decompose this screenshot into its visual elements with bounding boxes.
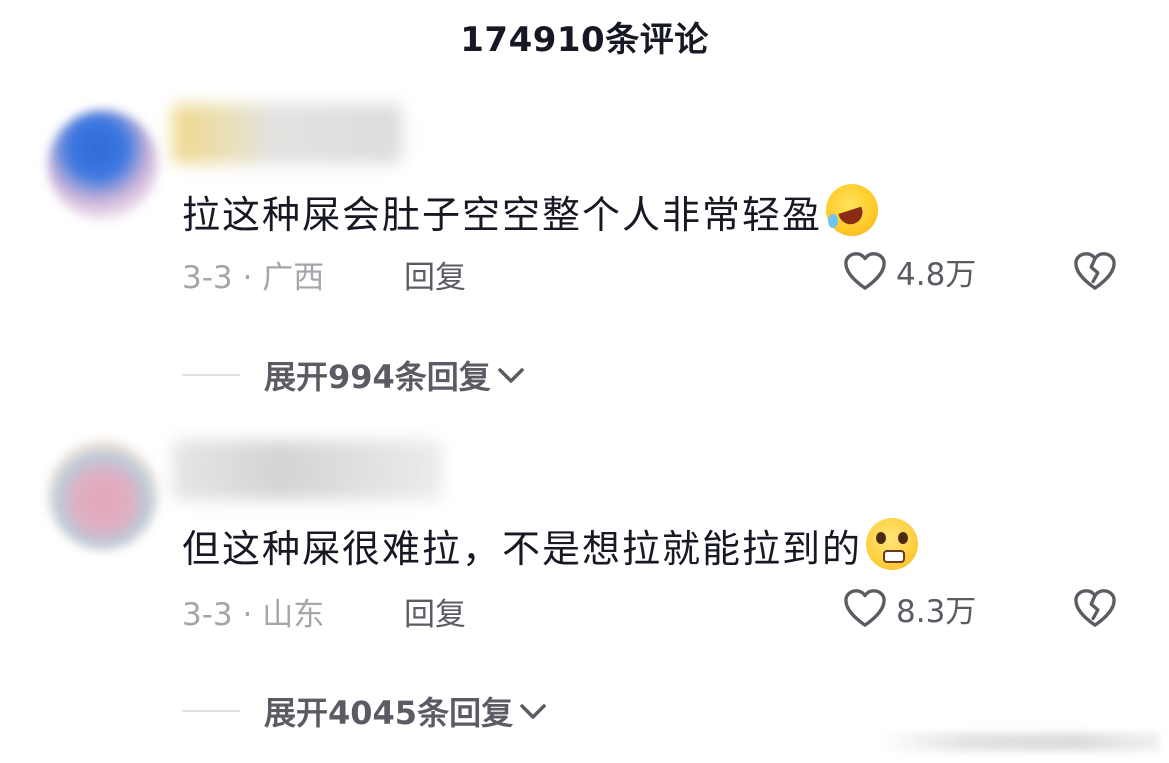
like-count: 4.8万 — [896, 256, 977, 293]
expand-replies-button[interactable]: 展开4045条回复 — [182, 688, 547, 734]
comment-text: 但这种屎很难拉，不是想拉就能拉到的 — [182, 518, 919, 573]
divider-line — [182, 374, 240, 376]
pleading-face-icon — [866, 518, 919, 570]
expand-replies-label: 展开994条回复 — [264, 358, 491, 396]
reply-button[interactable]: 回复 — [404, 252, 466, 297]
like-count: 8.3万 — [896, 593, 977, 630]
broken-heart-icon[interactable] — [1072, 250, 1118, 292]
expand-replies-button[interactable]: 展开994条回复 — [182, 352, 525, 398]
comments-page: 174910条评论 拉这种屎会肚子空空整个人非常轻盈 3-3 · 广西 回复 4… — [0, 0, 1169, 763]
comment-date-location: 3-3 · 山东 — [182, 597, 325, 633]
heart-icon — [844, 589, 886, 627]
watermark-redacted — [880, 733, 1160, 751]
comment-text: 拉这种屎会肚子空空整个人非常轻盈 — [182, 184, 879, 239]
broken-heart-icon[interactable] — [1072, 587, 1118, 629]
comment-count-title: 174910条评论 — [460, 20, 709, 60]
reply-button[interactable]: 回复 — [404, 589, 466, 634]
comment-text-content: 拉这种屎会肚子空空整个人非常轻盈 — [182, 193, 823, 237]
avatar[interactable] — [48, 440, 158, 550]
like-button[interactable]: 4.8万 — [842, 248, 976, 294]
comment-date-location: 3-3 · 广西 — [182, 260, 325, 296]
heart-icon — [844, 252, 886, 290]
face-with-tears-of-joy-icon — [826, 184, 879, 236]
username-redacted[interactable] — [172, 440, 442, 500]
username-redacted[interactable] — [172, 104, 402, 164]
comment-text-content: 但这种屎很难拉，不是想拉就能拉到的 — [182, 527, 863, 571]
avatar[interactable] — [48, 110, 158, 220]
expand-replies-label: 展开4045条回复 — [264, 694, 514, 732]
like-button[interactable]: 8.3万 — [842, 585, 976, 631]
chevron-down-icon — [498, 368, 524, 383]
chevron-down-icon — [520, 704, 546, 719]
divider-line — [182, 710, 240, 712]
